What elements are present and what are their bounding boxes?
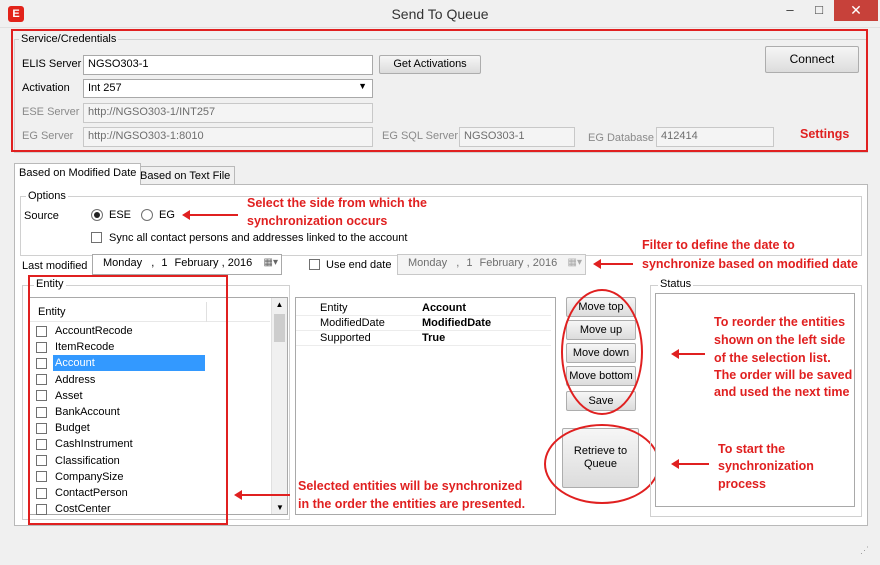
reorder-annotation-line2: shown on the left side [714, 333, 846, 347]
start-annotation-line3: process [718, 477, 766, 491]
selected-annotation-line2: in the order the entities are presented. [298, 497, 526, 511]
sync-all-label: Sync all contact persons and addresses l… [109, 232, 408, 244]
end-date-weekday: Monday [408, 257, 448, 269]
detail-key: ModifiedDate [320, 317, 385, 329]
filter-arrow [593, 259, 633, 269]
detail-value: Account [422, 302, 466, 314]
source-label: Source [24, 210, 59, 222]
use-end-date-label: Use end date [326, 259, 392, 271]
reorder-annotation-line1: To reorder the entities [714, 315, 846, 329]
end-date-year: 2016 [532, 257, 558, 269]
tab-modified-date[interactable]: Based on Modified Date [14, 163, 142, 185]
activation-label: Activation [22, 82, 70, 94]
scrollbar-thumb[interactable] [274, 314, 285, 342]
close-button[interactable]: ✕ [834, 0, 878, 21]
options-group-label: Options [26, 190, 68, 202]
resize-grip-icon[interactable]: ⋰ [860, 545, 869, 556]
detail-value: True [422, 332, 446, 344]
detail-row: ModifiedDate ModifiedDate [296, 315, 551, 331]
retrieve-arrow [671, 459, 709, 469]
source-eg-label: EG [159, 209, 175, 221]
reorder-arrow [671, 349, 705, 359]
use-end-date-checkbox[interactable] [309, 259, 320, 270]
detail-row: Entity Account [296, 300, 551, 316]
scroll-down-icon[interactable]: ▼ [272, 503, 288, 512]
get-activations-button[interactable]: Get Activations [379, 55, 481, 74]
last-modified-date-picker[interactable]: Monday , 1 February , 2016 ▦▾ [92, 254, 282, 275]
ese-server-label: ESE Server [22, 106, 80, 118]
retrieve-highlight [544, 424, 660, 504]
elis-server-label: ELIS Server [22, 58, 82, 70]
end-date-picker: Monday , 1 February , 2016 ▦▾ [397, 254, 586, 275]
settings-annotation: Settings [800, 127, 850, 141]
elis-server-input[interactable]: NGSO303-1 [83, 55, 373, 75]
tab-text-file[interactable]: Based on Text File [135, 166, 236, 185]
vertical-scrollbar[interactable]: ▲ ▼ [271, 298, 287, 514]
filter-annotation-line1: Filter to define the date to [642, 238, 795, 252]
last-modified-month: February [174, 257, 219, 269]
source-eg-radio[interactable] [141, 209, 153, 221]
detail-key: Supported [320, 332, 371, 344]
status-group-label: Status [658, 278, 694, 290]
reorder-annotation-line5: and used the next time [714, 385, 850, 399]
ese-server-input: http://NGSO303-1/INT257 [83, 103, 373, 123]
last-modified-label: Last modified [22, 260, 88, 272]
scroll-up-icon[interactable]: ▲ [272, 300, 287, 309]
last-modified-weekday: Monday [103, 257, 143, 269]
selected-annotation-line1: Selected entities will be synchronized [298, 479, 523, 493]
detail-row: Supported True [296, 330, 551, 346]
reorder-annotation-line4: The order will be saved [714, 368, 853, 382]
connect-button[interactable]: Connect [765, 46, 859, 73]
service-group-label: Service/Credentials [19, 33, 119, 45]
sync-all-checkbox[interactable] [91, 232, 102, 243]
chevron-down-icon: ▼ [358, 81, 367, 91]
source-ese-label: ESE [109, 209, 132, 221]
entity-highlight-box [28, 275, 228, 525]
source-ese-radio[interactable] [91, 209, 103, 221]
activation-select[interactable]: Int 257 ▼ [83, 79, 373, 98]
source-arrow [182, 210, 238, 220]
end-date-month: February [479, 257, 524, 269]
maximize-button[interactable]: □ [805, 0, 833, 21]
end-date-day: 1 [466, 257, 473, 269]
last-modified-year: 2016 [227, 257, 253, 269]
select-side-annotation-line2: synchronization occurs [247, 214, 388, 228]
eg-database-label: EG Database [588, 132, 655, 144]
eg-server-input: http://NGSO303-1:8010 [83, 127, 373, 147]
start-annotation-line2: synchronization [718, 459, 814, 473]
filter-annotation-line2: synchronize based on modified date [642, 257, 859, 271]
calendar-icon: ▦▾ [567, 257, 582, 268]
entity-group-label: Entity [34, 278, 66, 290]
eg-sql-server-input: NGSO303-1 [459, 127, 575, 147]
reorder-annotation-line3: of the selection list. [714, 351, 831, 365]
window-title: Send To Queue [391, 6, 489, 22]
eg-server-label: EG Server [22, 130, 74, 142]
eg-sql-server-label: EG SQL Server [382, 130, 459, 142]
detail-value: ModifiedDate [422, 317, 492, 329]
eg-database-input: 412414 [656, 127, 774, 147]
activation-value: Int 257 [88, 82, 122, 94]
last-modified-day: 1 [161, 257, 168, 269]
start-annotation-line1: To start the [718, 442, 786, 456]
entity-arrow [234, 490, 290, 500]
calendar-icon: ▦▾ [263, 257, 278, 268]
detail-key: Entity [320, 302, 348, 314]
minimize-button[interactable]: – [776, 0, 804, 21]
move-buttons-highlight [561, 289, 643, 415]
select-side-annotation-line1: Select the side from which the [247, 196, 427, 210]
